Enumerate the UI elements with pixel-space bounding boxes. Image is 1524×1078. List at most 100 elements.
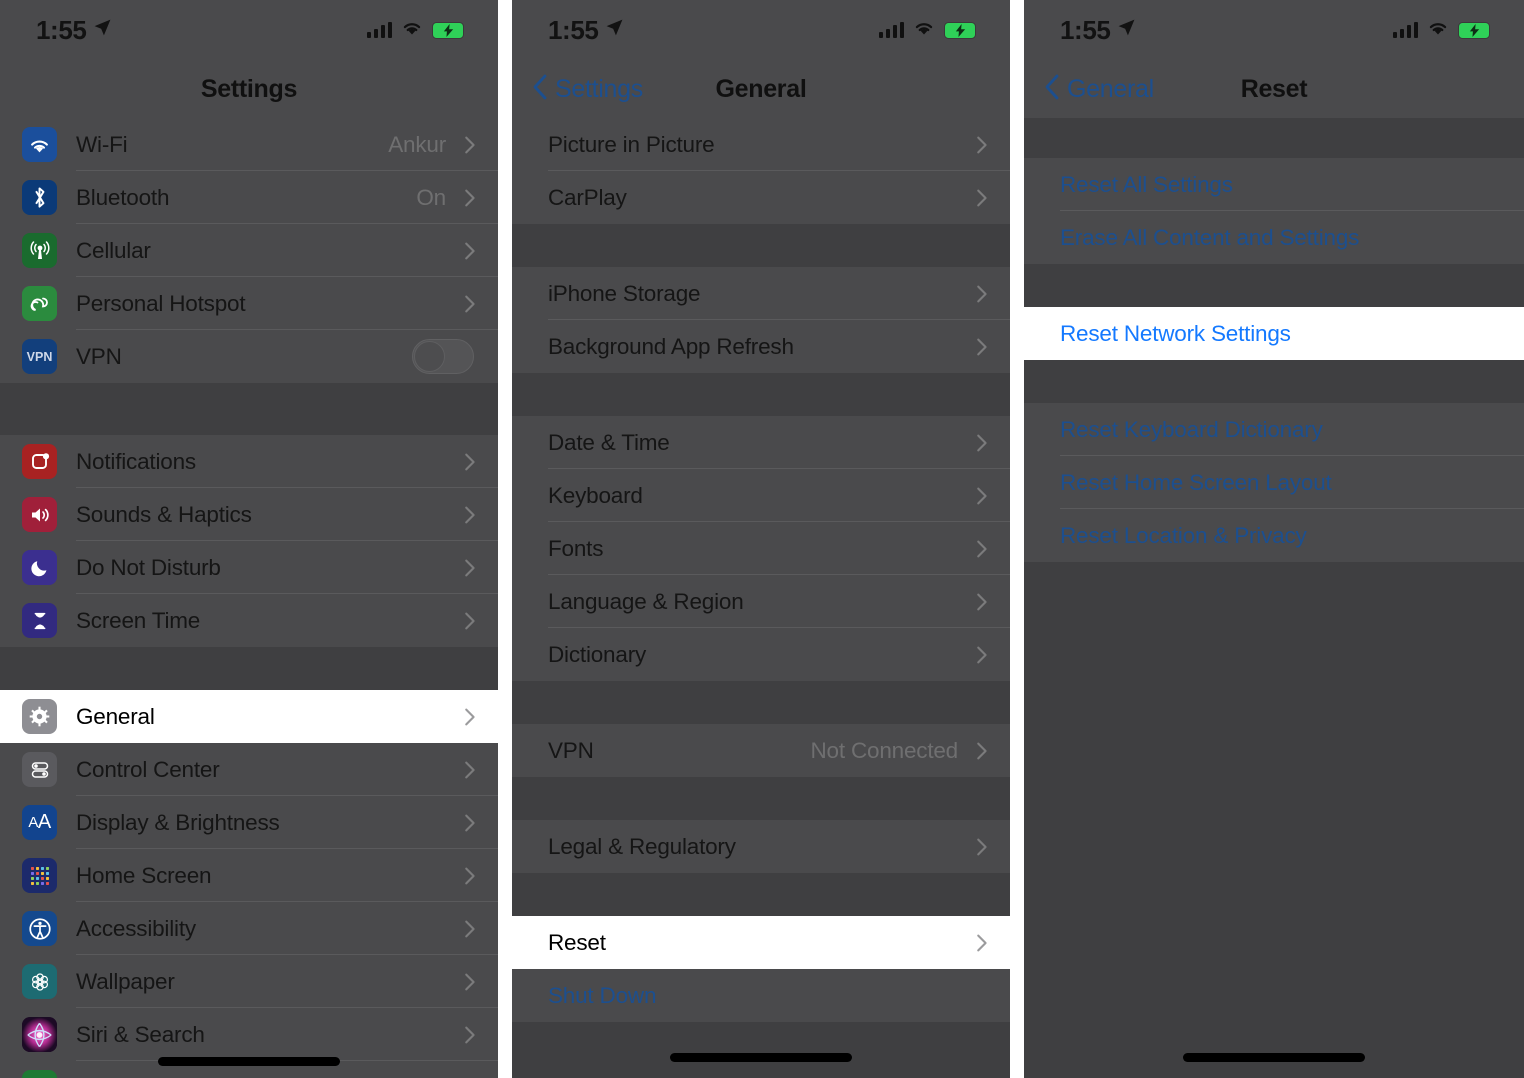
list-item-picture-in-picture[interactable]: Picture in Picture bbox=[512, 118, 1010, 171]
list-item-language-region[interactable]: Language & Region bbox=[512, 575, 1010, 628]
list-item-cellular[interactable]: Cellular bbox=[0, 224, 498, 277]
chevron-right-icon bbox=[458, 293, 480, 315]
siri-icon bbox=[22, 1017, 57, 1052]
list-item-wifi[interactable]: Wi-Fi Ankur bbox=[0, 118, 498, 171]
do-not-disturb-icon bbox=[22, 550, 57, 585]
location-arrow-icon bbox=[1117, 18, 1136, 42]
status-bar: 1:55 bbox=[1024, 0, 1524, 60]
list-item-shut-down[interactable]: Shut Down bbox=[512, 969, 1010, 1022]
chevron-right-icon bbox=[458, 918, 480, 940]
list-item-label: Reset Network Settings bbox=[1060, 320, 1291, 346]
face-id-icon bbox=[22, 1070, 57, 1078]
list-item-value: On bbox=[416, 184, 446, 210]
list-item-label: General bbox=[76, 703, 155, 729]
list-item-label: Sounds & Haptics bbox=[76, 501, 252, 527]
list-item-label: Reset Keyboard Dictionary bbox=[1060, 416, 1323, 442]
cellular-signal-icon bbox=[1392, 22, 1418, 38]
list-item-legal-regulatory[interactable]: Legal & Regulatory bbox=[512, 820, 1010, 873]
status-bar: 1:55 bbox=[0, 0, 498, 60]
general-list: Picture in Picture CarPlay iPhone Storag… bbox=[512, 118, 1010, 1078]
list-item-notifications[interactable]: Notifications bbox=[0, 435, 498, 488]
settings-group-system: General Control Center AA Display & Brig… bbox=[0, 690, 498, 1078]
list-item-label: Reset Home Screen Layout bbox=[1060, 469, 1332, 495]
list-item-reset-all-settings[interactable]: Reset All Settings bbox=[1024, 158, 1524, 211]
list-item-reset[interactable]: Reset bbox=[512, 916, 1010, 969]
hotspot-icon bbox=[22, 286, 57, 321]
gear-icon bbox=[22, 699, 57, 734]
chevron-right-icon bbox=[458, 187, 480, 209]
vpn-toggle[interactable] bbox=[412, 339, 474, 374]
status-time: 1:55 bbox=[36, 14, 87, 45]
list-item-accessibility[interactable]: Accessibility bbox=[0, 902, 498, 955]
group-separator bbox=[512, 873, 1010, 916]
panel-general: 1:55 Settings General Picture in Picture… bbox=[512, 0, 1010, 1078]
battery-charging-icon bbox=[944, 21, 980, 39]
list-item-label: Control Center bbox=[76, 756, 220, 782]
back-button-general[interactable]: General bbox=[1024, 74, 1154, 105]
chevron-right-icon bbox=[970, 187, 992, 209]
list-item-label: Cellular bbox=[76, 237, 151, 263]
chevron-right-icon bbox=[970, 740, 992, 762]
list-item-label: Siri & Search bbox=[76, 1021, 205, 1047]
list-item-reset-location-privacy[interactable]: Reset Location & Privacy bbox=[1024, 509, 1524, 562]
list-item-bluetooth[interactable]: Bluetooth On bbox=[0, 171, 498, 224]
list-item-erase-all-content-and-settings[interactable]: Erase All Content and Settings bbox=[1024, 211, 1524, 264]
status-bar-right bbox=[1392, 19, 1494, 41]
list-item-label: VPN bbox=[548, 737, 594, 763]
sounds-icon bbox=[22, 497, 57, 532]
list-item-label: VPN bbox=[76, 343, 122, 369]
wifi-icon bbox=[1427, 19, 1449, 41]
notifications-icon bbox=[22, 444, 57, 479]
chevron-left-icon bbox=[1044, 74, 1060, 105]
list-item-keyboard[interactable]: Keyboard bbox=[512, 469, 1010, 522]
status-bar-right bbox=[366, 19, 468, 41]
list-item-value: Ankur bbox=[388, 131, 446, 157]
list-item-date-time[interactable]: Date & Time bbox=[512, 416, 1010, 469]
chevron-right-icon bbox=[970, 538, 992, 560]
list-item-carplay[interactable]: CarPlay bbox=[512, 171, 1010, 224]
chevron-right-icon bbox=[970, 485, 992, 507]
list-item-fonts[interactable]: Fonts bbox=[512, 522, 1010, 575]
list-item-control-center[interactable]: Control Center bbox=[0, 743, 498, 796]
status-time: 1:55 bbox=[1060, 14, 1111, 45]
list-item-home-screen[interactable]: Home Screen bbox=[0, 849, 498, 902]
group-separator bbox=[0, 383, 498, 435]
list-item-background-app-refresh[interactable]: Background App Refresh bbox=[512, 320, 1010, 373]
list-item-vpn[interactable]: VPN VPN bbox=[0, 330, 498, 383]
list-item-label: Face ID & Passcode bbox=[76, 1075, 458, 1078]
list-item-vpn[interactable]: VPN Not Connected bbox=[512, 724, 1010, 777]
back-button-label: General bbox=[1067, 74, 1154, 103]
status-time: 1:55 bbox=[548, 14, 599, 45]
chevron-right-icon bbox=[458, 865, 480, 887]
group-separator bbox=[512, 224, 1010, 267]
back-button-label: Settings bbox=[555, 74, 643, 103]
back-button-settings[interactable]: Settings bbox=[512, 74, 643, 105]
chevron-right-icon bbox=[970, 432, 992, 454]
list-item-siri-search[interactable]: Siri & Search bbox=[0, 1008, 498, 1061]
nav-bar-settings: Settings bbox=[0, 60, 498, 118]
list-item-do-not-disturb[interactable]: Do Not Disturb bbox=[0, 541, 498, 594]
list-item-general[interactable]: General bbox=[0, 690, 498, 743]
list-item-dictionary[interactable]: Dictionary bbox=[512, 628, 1010, 681]
list-item-wallpaper[interactable]: Wallpaper bbox=[0, 955, 498, 1008]
wifi-icon bbox=[22, 127, 57, 162]
list-item-label: Fonts bbox=[548, 535, 604, 561]
home-indicator bbox=[1183, 1053, 1365, 1062]
group-separator bbox=[1024, 264, 1524, 307]
chevron-right-icon bbox=[970, 283, 992, 305]
list-item-sounds-haptics[interactable]: Sounds & Haptics bbox=[0, 488, 498, 541]
list-item-label: Legal & Regulatory bbox=[548, 833, 736, 859]
reset-group-1: Reset All Settings Erase All Content and… bbox=[1024, 158, 1524, 264]
list-item-reset-home-screen-layout[interactable]: Reset Home Screen Layout bbox=[1024, 456, 1524, 509]
list-item-reset-keyboard-dictionary[interactable]: Reset Keyboard Dictionary bbox=[1024, 403, 1524, 456]
list-item-personal-hotspot[interactable]: Personal Hotspot bbox=[0, 277, 498, 330]
list-item-screen-time[interactable]: Screen Time bbox=[0, 594, 498, 647]
wifi-icon bbox=[401, 19, 423, 41]
home-screen-icon bbox=[22, 858, 57, 893]
general-group-4: VPN Not Connected bbox=[512, 724, 1010, 777]
list-item-reset-network-settings[interactable]: Reset Network Settings bbox=[1024, 307, 1524, 360]
list-item-label: Dictionary bbox=[548, 641, 647, 667]
list-item-iphone-storage[interactable]: iPhone Storage bbox=[512, 267, 1010, 320]
screen-time-icon bbox=[22, 603, 57, 638]
list-item-display-brightness[interactable]: AA Display & Brightness bbox=[0, 796, 498, 849]
